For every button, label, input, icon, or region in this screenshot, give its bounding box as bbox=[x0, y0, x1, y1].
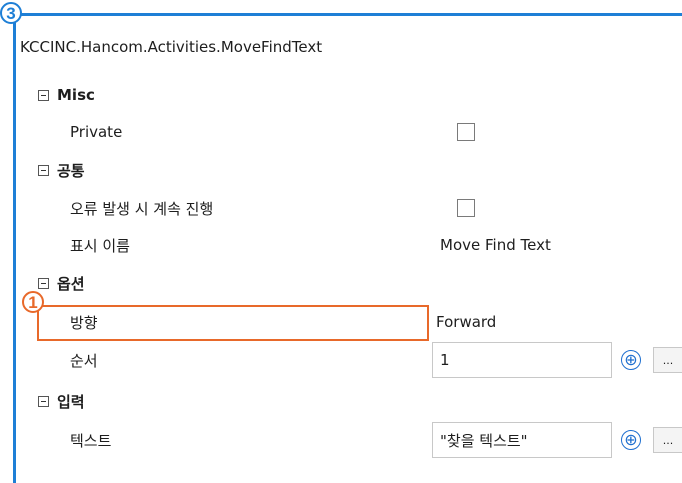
direction-highlight-box bbox=[37, 305, 429, 341]
plus-circle-icon[interactable]: ⊕ bbox=[621, 350, 641, 370]
step-badge-3: 3 bbox=[0, 2, 22, 24]
category-options[interactable]: 옵션 bbox=[16, 264, 682, 302]
property-label: 표시 이름 bbox=[70, 236, 130, 255]
category-misc[interactable]: Misc bbox=[16, 76, 682, 114]
property-row-private: Private bbox=[16, 113, 682, 151]
property-row-continue-on-error: 오류 발생 시 계속 진행 bbox=[16, 189, 682, 227]
property-label: 오류 발생 시 계속 진행 bbox=[70, 199, 214, 218]
property-label: Private bbox=[70, 123, 123, 141]
private-checkbox[interactable] bbox=[457, 123, 475, 141]
direction-value[interactable]: Forward bbox=[436, 303, 496, 341]
category-label: 공통 bbox=[57, 161, 85, 180]
property-label: 텍스트 bbox=[70, 431, 112, 450]
activity-class-name: KCCINC.Hancom.Activities.MoveFindText bbox=[20, 38, 323, 56]
category-common[interactable]: 공통 bbox=[16, 151, 682, 189]
text-input[interactable]: "찾을 텍스트" bbox=[432, 422, 612, 458]
property-row-display-name: 표시 이름 Move Find Text bbox=[16, 226, 682, 264]
minus-square-icon[interactable] bbox=[38, 277, 49, 289]
minus-square-icon[interactable] bbox=[38, 395, 49, 407]
property-label: 순서 bbox=[70, 351, 98, 370]
continue-on-error-checkbox[interactable] bbox=[457, 199, 475, 217]
category-input[interactable]: 입력 bbox=[16, 382, 682, 420]
category-label: Misc bbox=[57, 86, 95, 104]
display-name-value[interactable]: Move Find Text bbox=[440, 226, 551, 264]
text-more-button[interactable]: ... bbox=[653, 427, 682, 453]
order-input[interactable]: 1 bbox=[432, 342, 612, 378]
plus-circle-icon[interactable]: ⊕ bbox=[621, 430, 641, 450]
step-badge-1: 1 bbox=[22, 291, 44, 313]
category-label: 옵션 bbox=[57, 274, 85, 293]
category-label: 입력 bbox=[57, 392, 85, 411]
minus-square-icon[interactable] bbox=[38, 164, 49, 176]
minus-square-icon[interactable] bbox=[38, 89, 49, 101]
order-more-button[interactable]: ... bbox=[653, 347, 682, 373]
